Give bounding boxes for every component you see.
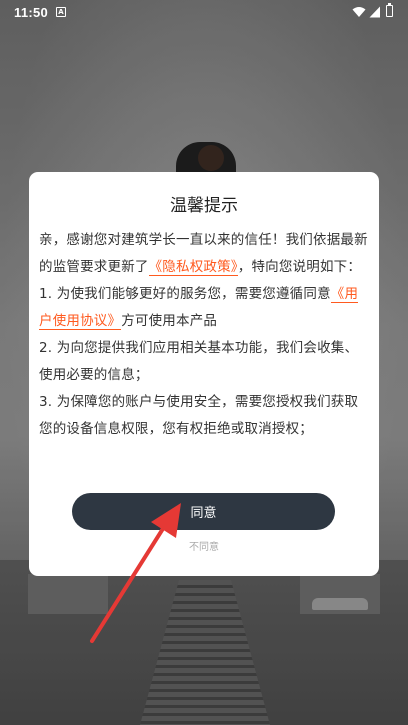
wifi-icon [352,7,366,17]
item-3: 3. 为保障您的账户与使用安全，需要您授权我们获取您的设备信息权限，您有权拒绝或… [39,394,359,437]
agree-button[interactable]: 同意 [72,493,335,530]
dialog-body: 亲，感谢您对建筑学长一直以来的信任！我们依据最新的监管要求更新了《隐私权政策》，… [39,227,369,443]
privacy-policy-link[interactable]: 《隐私权政策》 [148,259,238,276]
status-bar: 11:50 A [0,0,408,26]
app-screen: 11:50 A 温馨提示 亲，感谢您对建筑学长一直以来的信任！我们依据最新的监管… [0,0,408,725]
privacy-dialog: 温馨提示 亲，感谢您对建筑学长一直以来的信任！我们依据最新的监管要求更新了《隐私… [29,172,379,576]
status-time: 11:50 [14,5,49,20]
intro-paragraph: 亲，感谢您对建筑学长一直以来的信任！我们依据最新的监管要求更新了《隐私权政策》，… [39,227,369,281]
intro-text-2: ，特向您说明如下： [237,259,362,275]
battery-icon [386,3,393,17]
item-1-text-1: 1. 为使我们能够更好的服务您，需要您遵循同意 [39,286,331,302]
item-1: 1. 为使我们能够更好的服务您，需要您遵循同意《用户使用协议》方可使用本产品 [39,281,369,335]
signal-icon [369,6,380,18]
disagree-button[interactable]: 不同意 [29,538,379,553]
item-2: 2. 为向您提供我们应用相关基本功能，我们会收集、使用必要的信息； [39,340,359,383]
notification-icon: A [56,7,66,17]
dialog-title: 温馨提示 [170,196,238,216]
item-1-text-2: 方可使用本产品 [121,313,218,329]
